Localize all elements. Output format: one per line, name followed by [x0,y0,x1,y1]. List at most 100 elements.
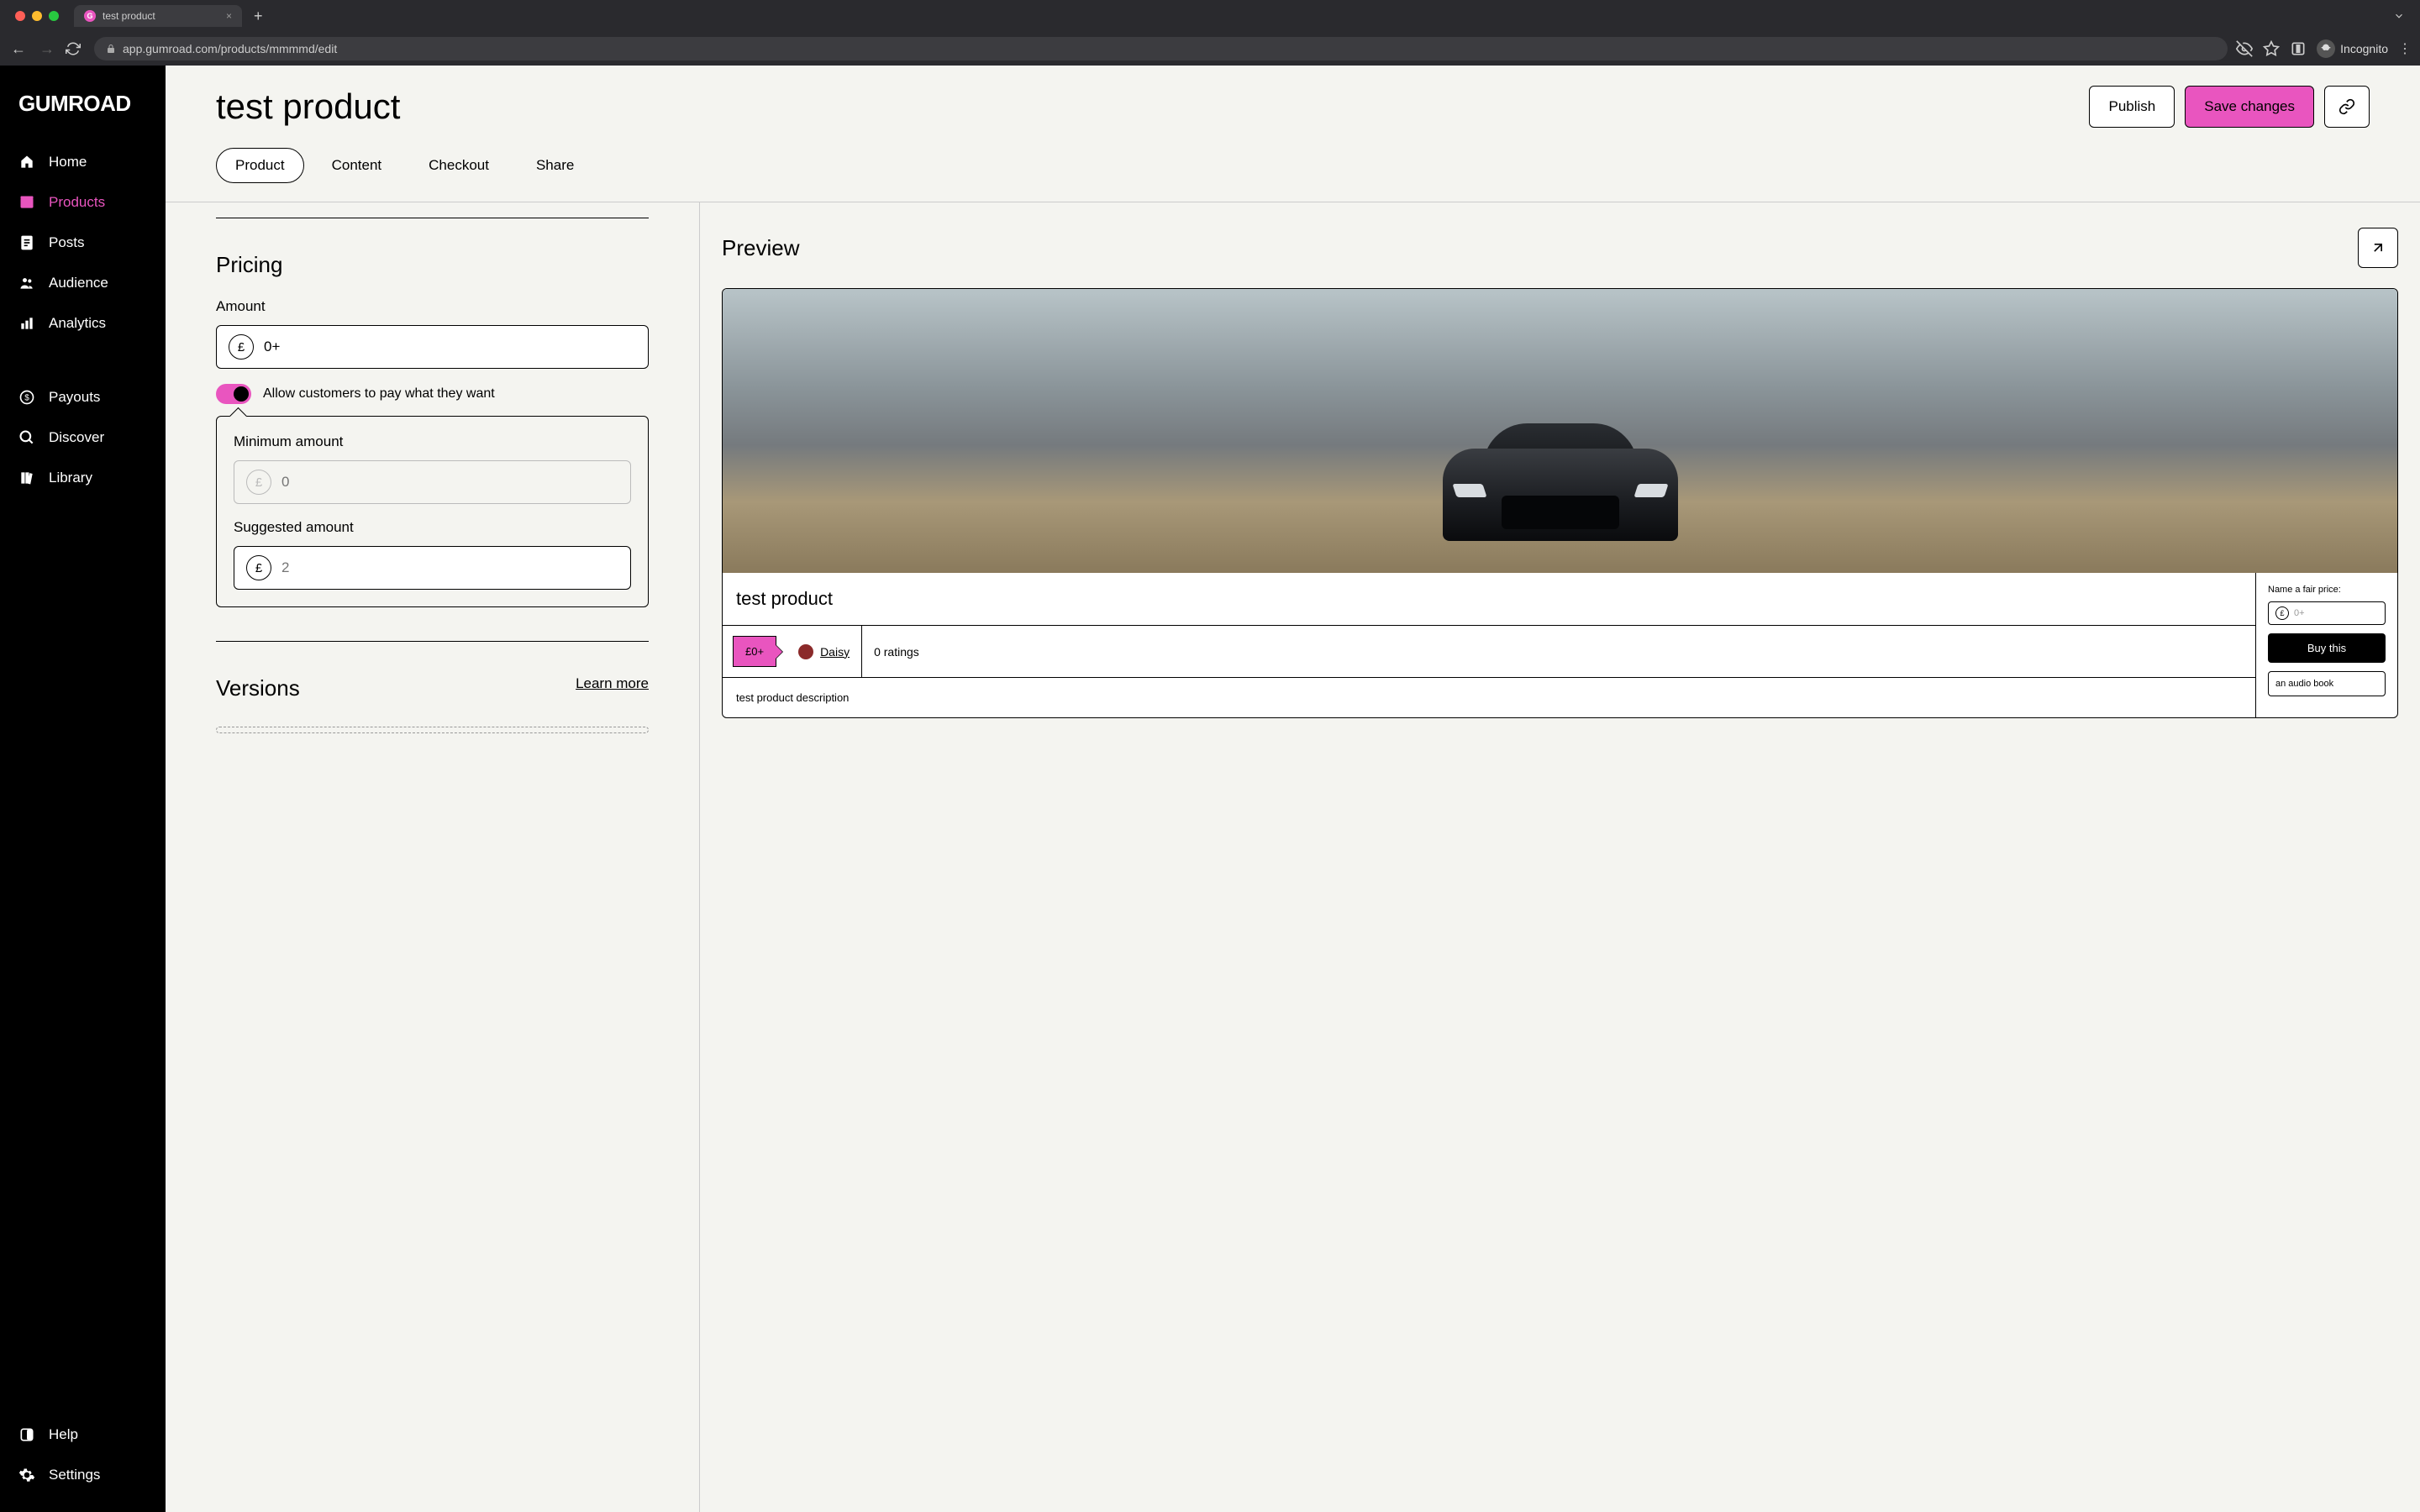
suggested-input[interactable] [281,559,618,576]
versions-section: Learn more Versions [216,675,649,733]
minimize-window-icon[interactable] [32,11,42,21]
chevron-down-icon[interactable] [2393,10,2405,22]
preview-body: test product £0+ Daisy 0 ratings test pr… [723,573,2397,717]
svg-text:$: $ [24,393,29,402]
close-window-icon[interactable] [15,11,25,21]
back-button[interactable]: ← [8,40,29,58]
learn-more-link[interactable]: Learn more [576,675,649,692]
minimum-input-group[interactable]: £ [234,460,631,504]
menu-icon[interactable]: ⋮ [2398,40,2412,57]
fair-price-input[interactable]: £ 0+ [2268,601,2386,625]
sidebar-item-analytics[interactable]: Analytics [0,303,166,344]
sidebar-item-label: Posts [49,234,85,251]
maximize-window-icon[interactable] [49,11,59,21]
content-split: Pricing Amount £ Allow customers to pay … [166,202,2420,1512]
eye-off-icon[interactable] [2236,40,2253,57]
sidebar-item-label: Discover [49,429,104,446]
incognito-badge[interactable]: Incognito [2317,39,2388,58]
preview-purchase: Name a fair price: £ 0+ Buy this an audi… [2256,573,2397,717]
tab-product[interactable]: Product [216,148,304,183]
save-button[interactable]: Save changes [2185,86,2314,128]
sidebar-item-settings[interactable]: Settings [0,1455,166,1495]
home-icon [18,154,35,171]
window-controls [7,11,67,21]
main-content: test product Publish Save changes Produc… [166,66,2420,1512]
sidebar-item-label: Products [49,194,105,211]
fair-price-placeholder: 0+ [2294,608,2305,618]
ratings: 0 ratings [861,626,931,677]
app-container: GUMROAD Home Products Posts Audience Ana… [0,66,2420,1512]
sidebar: GUMROAD Home Products Posts Audience Ana… [0,66,166,1512]
browser-tab[interactable]: G test product × [74,5,242,27]
favicon-icon: G [84,10,96,22]
preview-header: Preview [722,228,2398,268]
divider [216,641,649,642]
pwyw-toggle[interactable] [216,384,251,404]
avatar [798,644,813,659]
tab-bar: G test product × + [0,0,2420,32]
page-title: test product [216,87,400,127]
gear-icon [18,1467,35,1483]
address-bar[interactable]: app.gumroad.com/products/mmmmd/edit [94,37,2228,60]
tab-share[interactable]: Share [517,148,593,183]
suggested-input-group[interactable]: £ [234,546,631,590]
pwyw-toggle-row: Allow customers to pay what they want [216,384,649,404]
minimum-label: Minimum amount [234,433,631,450]
preview-description: test product description [723,678,2255,717]
sidebar-item-label: Payouts [49,389,100,406]
preview-info: test product £0+ Daisy 0 ratings test pr… [723,573,2256,717]
incognito-icon [2317,39,2335,58]
sidebar-item-products[interactable]: Products [0,182,166,223]
preview-heading: Preview [722,235,799,261]
logo[interactable]: GUMROAD [0,82,166,142]
sidebar-item-posts[interactable]: Posts [0,223,166,263]
help-icon [18,1426,35,1443]
buy-button[interactable]: Buy this [2268,633,2386,663]
search-icon [18,429,35,446]
payouts-icon: $ [18,389,35,406]
sidebar-item-library[interactable]: Library [0,458,166,498]
amount-label: Amount [216,298,649,315]
link-button[interactable] [2324,86,2370,128]
pricing-heading: Pricing [216,252,649,278]
preview-meta: £0+ Daisy 0 ratings [723,626,2255,678]
reload-button[interactable] [66,41,86,56]
sidebar-item-audience[interactable]: Audience [0,263,166,303]
expand-preview-button[interactable] [2358,228,2398,268]
toggle-knob [234,386,249,402]
seller-info[interactable]: Daisy [786,626,861,677]
analytics-icon [18,315,35,332]
sidebar-item-payouts[interactable]: $ Payouts [0,377,166,417]
close-tab-icon[interactable]: × [226,10,232,22]
versions-dropzone[interactable] [216,727,649,733]
forward-button[interactable]: → [37,40,57,58]
tab-checkout[interactable]: Checkout [409,148,508,183]
suggested-label: Suggested amount [234,519,631,536]
link-icon [2338,98,2355,115]
new-tab-button[interactable]: + [249,8,268,25]
fair-price-label: Name a fair price: [2268,585,2386,595]
pwyw-options-box: Minimum amount £ Suggested amount £ [216,416,649,607]
sidebar-item-label: Audience [49,275,108,291]
sidebar-item-label: Home [49,154,87,171]
tab-content[interactable]: Content [313,148,402,183]
audience-icon [18,275,35,291]
minimum-input[interactable] [281,474,618,491]
extensions-icon[interactable] [2290,40,2307,57]
star-icon[interactable] [2263,40,2280,57]
incognito-label: Incognito [2340,42,2388,55]
publish-button[interactable]: Publish [2089,86,2175,128]
products-icon [18,194,35,211]
url-actions: Incognito ⋮ [2236,39,2412,58]
amount-input[interactable] [264,339,636,355]
sidebar-item-home[interactable]: Home [0,142,166,182]
sidebar-item-label: Library [49,470,92,486]
preview-image [723,289,2397,573]
page-header: test product Publish Save changes Produc… [166,66,2420,202]
currency-badge: £ [229,334,254,360]
amount-input-group[interactable]: £ [216,325,649,369]
lock-icon [106,44,116,54]
sidebar-item-discover[interactable]: Discover [0,417,166,458]
sidebar-item-help[interactable]: Help [0,1415,166,1455]
currency-badge: £ [2275,606,2289,620]
